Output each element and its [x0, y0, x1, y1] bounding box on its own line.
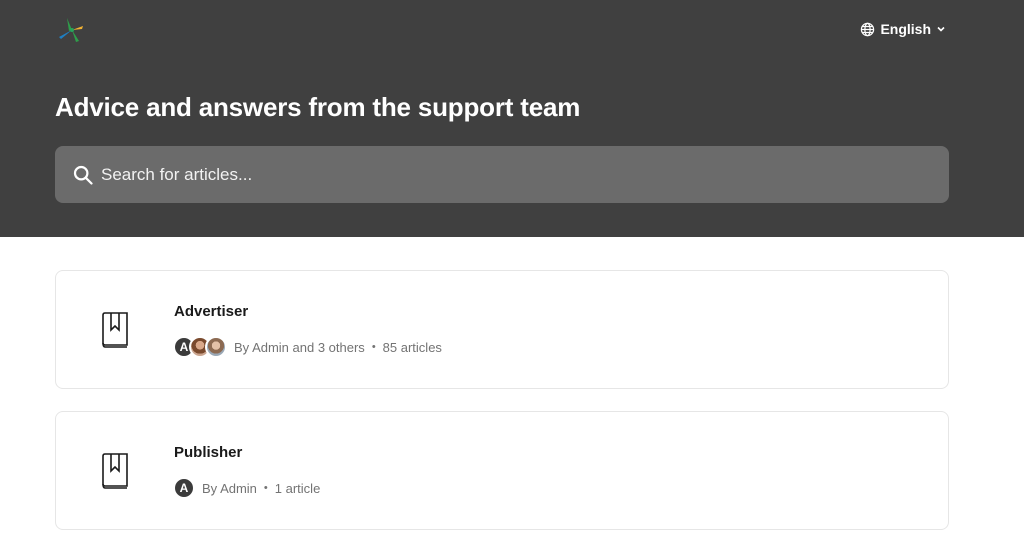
header: English Advice and answers from the supp…	[0, 0, 1024, 237]
collection-authors: By Admin	[202, 480, 257, 496]
search-input[interactable]	[101, 164, 901, 185]
collection-card-advertiser[interactable]: Advertiser A By Admin and 3 others • 85 …	[55, 270, 949, 389]
separator-dot: •	[371, 341, 376, 353]
book-bookmark-icon	[102, 453, 128, 489]
chevron-down-icon	[937, 26, 945, 32]
collection-article-count: 85 articles	[382, 339, 442, 355]
author-avatars: A	[173, 477, 195, 499]
collection-title: Publisher	[174, 444, 243, 461]
book-bookmark-icon	[102, 312, 128, 348]
collection-title: Advertiser	[174, 303, 249, 320]
avatar	[205, 336, 227, 358]
collection-card-publisher[interactable]: Publisher A By Admin • 1 article	[55, 411, 949, 530]
search-icon	[73, 165, 93, 185]
author-avatars: A	[173, 336, 227, 358]
collection-article-count: 1 article	[274, 480, 321, 496]
logo-icon[interactable]	[58, 17, 84, 43]
separator-dot: •	[263, 482, 268, 494]
collection-authors: By Admin and 3 others	[234, 339, 365, 355]
page-title: Advice and answers from the support team	[55, 92, 581, 122]
collection-meta: A By Admin • 1 article	[173, 476, 320, 500]
collection-meta: A By Admin and 3 others • 85 articles	[173, 335, 442, 359]
language-label: English	[880, 21, 931, 37]
language-selector[interactable]: English	[860, 20, 946, 38]
search-bar[interactable]	[55, 146, 949, 203]
avatar: A	[173, 477, 195, 499]
globe-icon	[861, 22, 875, 36]
